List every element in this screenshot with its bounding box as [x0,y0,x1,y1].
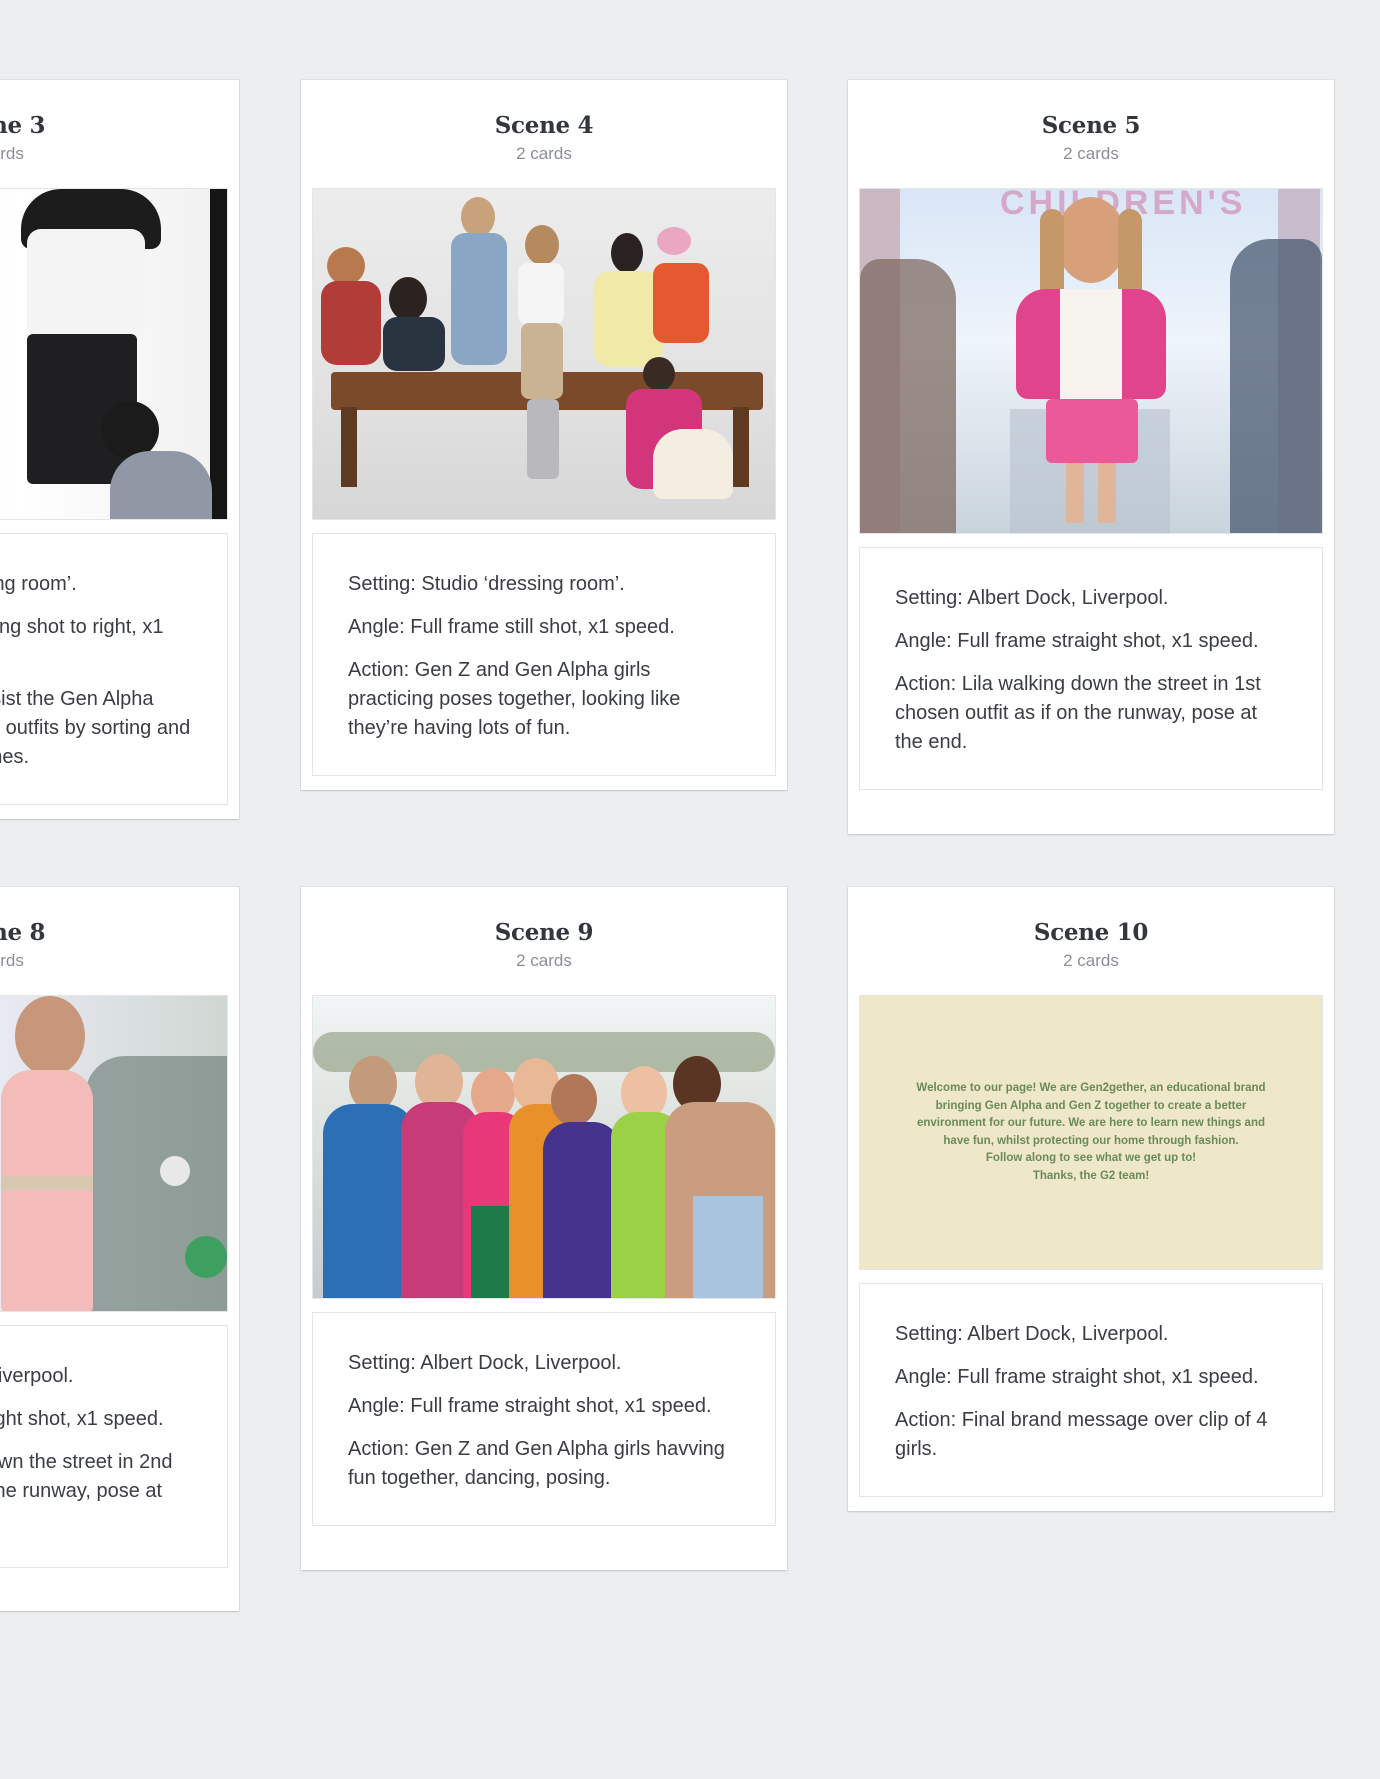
scene-header: Scene 3 2 cards [0,80,239,188]
scene-angle: Angle: Full frame straight shot, x1 spee… [348,1395,712,1417]
scene-notes[interactable]: Setting: Albert Dock, Liverpool. Angle: … [859,1283,1323,1497]
scene-title: Scene 4 [494,112,594,139]
scene-action: Action: Gen Z girls assist the Gen Alpha… [0,688,191,768]
scene-title: Scene 3 [0,112,46,139]
scene-card-9[interactable]: Scene 9 2 cards Setting: Albert Dock, Li… [301,887,787,1570]
scene-header: Scene 9 2 cards [301,887,787,995]
scene-image-runway-heart[interactable] [0,995,228,1312]
scene-notes[interactable]: Setting: Studio ‘dressing room’. Angle: … [312,533,776,776]
scene-image-dressing-room[interactable] [0,188,228,520]
scene-card-8[interactable]: Scene 8 2 cards Setting: Albert Dock, Li… [0,887,239,1611]
brand-message-text: Welcome to our page! We are Gen2gether, … [916,1082,1266,1182]
scene-image-group-friends[interactable] [312,995,776,1299]
scene-card-10[interactable]: Scene 10 2 cards Welcome to our page! We… [848,887,1334,1511]
scene-header: Scene 10 2 cards [848,887,1334,995]
scene-card-count: 2 cards [516,951,572,970]
scene-card-count: 2 cards [516,144,572,163]
scene-header: Scene 4 2 cards [301,80,787,188]
scene-angle: Angle: Full frame straight shot, x1 spee… [895,1366,1259,1388]
scene-action: Action: Lila walking down the street in … [895,673,1261,753]
scene-image-runway-girl[interactable]: CHILDREN'S [859,188,1323,534]
scene-header: Scene 5 2 cards [848,80,1334,188]
scene-setting: Setting: Albert Dock, Liverpool. [895,587,1169,609]
scene-action: Action: Gen Z and Gen Alpha girls havvin… [348,1438,725,1489]
scene-action: Action: Final brand message over clip of… [895,1409,1268,1460]
scene-card-4[interactable]: Scene 4 2 cards Setting: Studio ‘dressin… [301,80,787,790]
scene-notes[interactable]: Setting: Albert Dock, Liverpool. Angle: … [859,547,1323,790]
scene-angle: Angle: Full frame still shot, x1 speed. [348,616,675,638]
scene-card-count: 2 cards [0,144,24,163]
scene-notes[interactable]: Setting: Studio ‘dressing room’. Angle: … [0,533,228,805]
scene-card-count: 2 cards [1063,144,1119,163]
scene-action: Action: Gen Z and Gen Alpha girls practi… [348,659,681,739]
scene-card-count: 2 cards [0,951,24,970]
scene-card-5[interactable]: Scene 5 2 cards CHILDREN'S Setting: Albe… [848,80,1334,834]
scene-setting: Setting: Albert Dock, Liverpool. [0,1365,74,1387]
scene-angle: Angle: Full frame straight shot, x1 spee… [0,1408,164,1430]
scene-action: Action: Lila walking down the street in … [0,1451,173,1502]
scene-setting: Setting: Albert Dock, Liverpool. [895,1323,1169,1345]
scene-card-3[interactable]: Scene 3 2 cards Setting: Studio ‘dressin… [0,80,239,819]
scene-setting: Setting: Albert Dock, Liverpool. [348,1352,622,1374]
scene-setting: Setting: Studio ‘dressing room’. [348,573,625,595]
scene-title: Scene 9 [494,919,594,946]
scene-header: Scene 8 2 cards [0,887,239,995]
scene-image-brand-message[interactable]: Welcome to our page! We are Gen2gether, … [859,995,1323,1270]
scene-notes[interactable]: Setting: Albert Dock, Liverpool. Angle: … [312,1312,776,1526]
scene-title: Scene 8 [0,919,46,946]
scene-setting: Setting: Studio ‘dressing room’. [0,573,77,595]
scene-title: Scene 5 [1041,112,1141,139]
scene-image-group-on-bench[interactable] [312,188,776,520]
scene-angle: Angle: Full frame moving shot to right, … [0,616,164,638]
scene-notes[interactable]: Setting: Albert Dock, Liverpool. Angle: … [0,1325,228,1568]
storyboard-canvas[interactable]: Scene 3 2 cards Setting: Studio ‘dressin… [0,0,1380,1779]
scene-title: Scene 10 [1033,919,1149,946]
scene-card-count: 2 cards [1063,951,1119,970]
scene-angle: Angle: Full frame straight shot, x1 spee… [895,630,1259,652]
